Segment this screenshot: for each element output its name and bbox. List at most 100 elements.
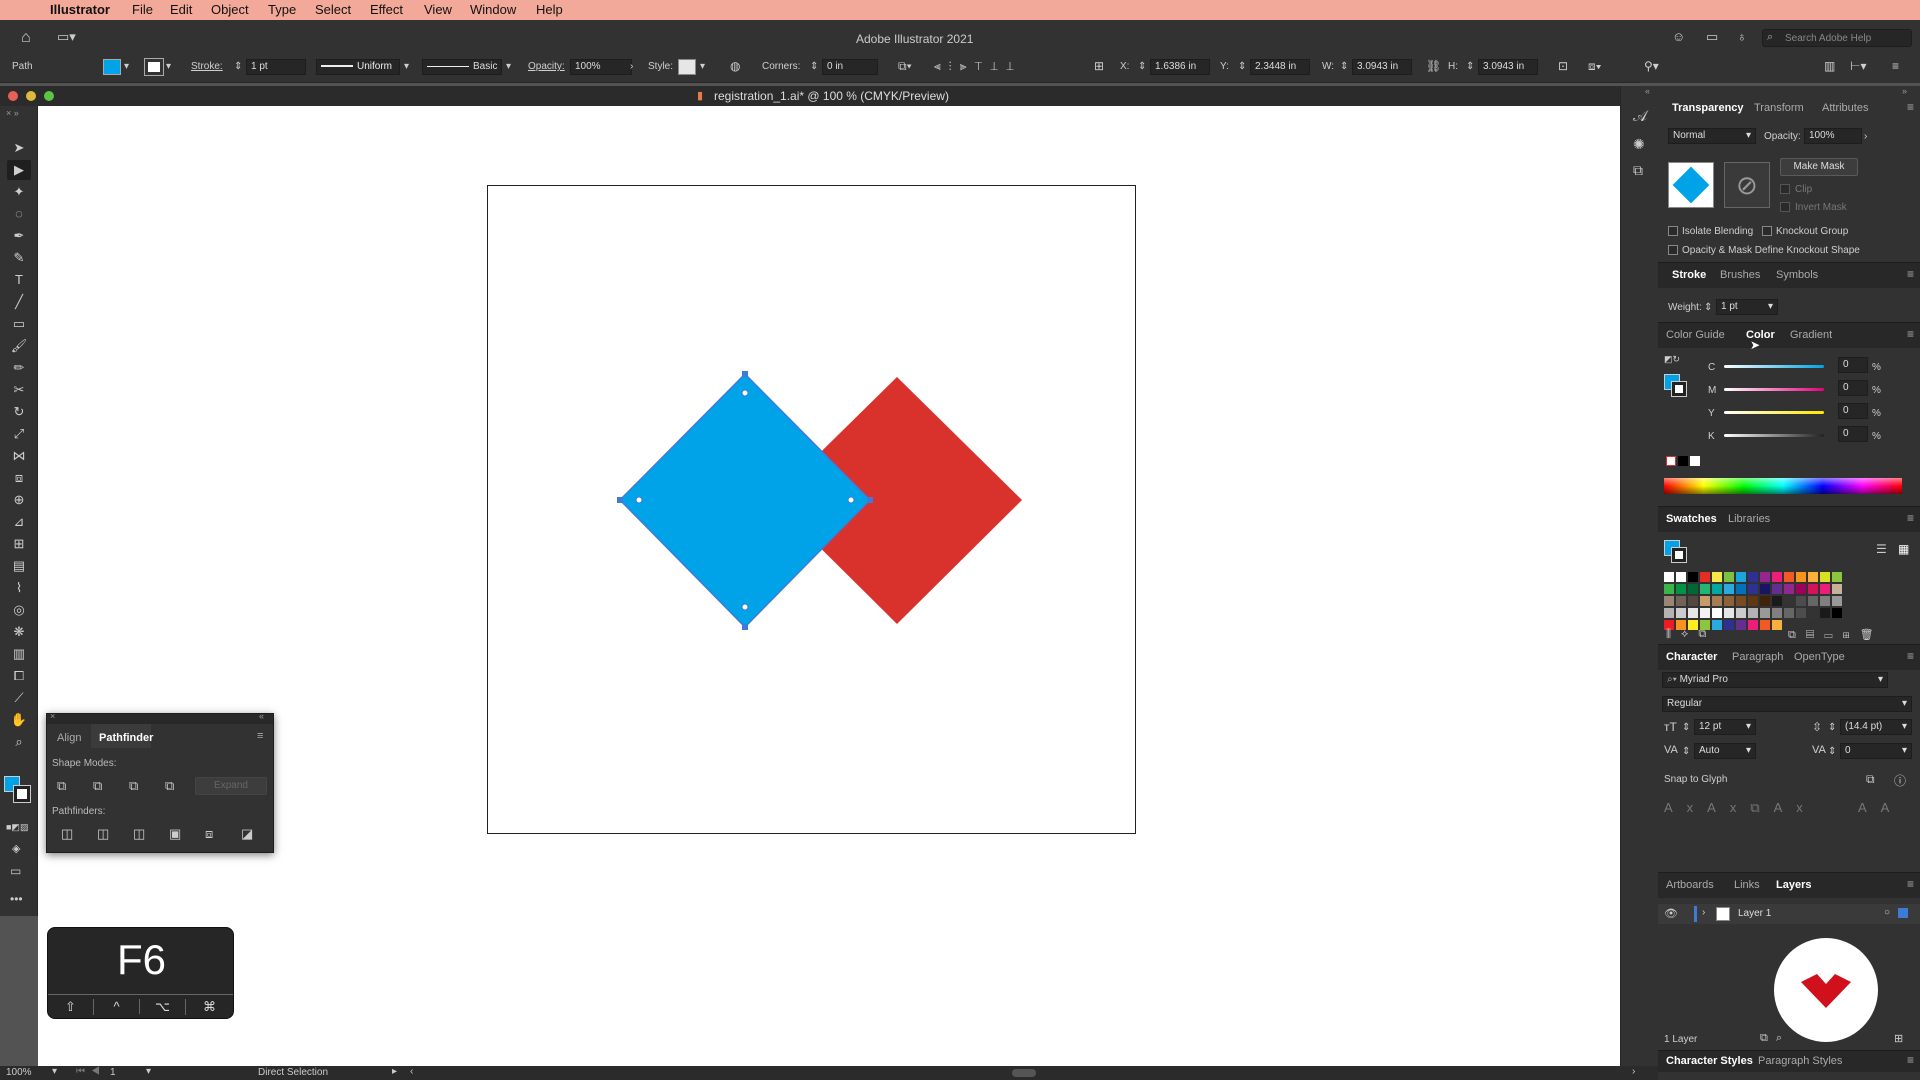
tab-character-styles[interactable]: Character Styles	[1666, 1055, 1753, 1067]
workspace-switcher-icon[interactable]: ▭▾	[57, 29, 76, 45]
scale-tool-icon[interactable]: ⤢	[7, 424, 31, 444]
menu-file[interactable]: File	[132, 2, 153, 17]
type-tool-icon[interactable]: T	[7, 270, 31, 290]
menu-type[interactable]: Type	[268, 2, 296, 17]
toolbar-collapse-icon[interactable]: × »	[6, 108, 19, 118]
crop-icon[interactable]: ▣	[169, 826, 181, 842]
font-family-select[interactable]: ⌕▾ Myriad Pro ▾	[1662, 672, 1888, 688]
color-swatch[interactable]	[1664, 584, 1674, 594]
perspective-grid-tool-icon[interactable]: ⊿	[7, 512, 31, 532]
mesh-tool-icon[interactable]: ⊞	[7, 534, 31, 554]
stroke-swatch[interactable]	[144, 58, 164, 76]
tab-layers[interactable]: Layers	[1776, 879, 1811, 891]
tab-paragraph[interactable]: Paragraph	[1732, 651, 1783, 663]
puppet-warp-icon[interactable]: ⚲▾	[1644, 59, 1659, 73]
grid-view-icon[interactable]: ▦	[1898, 542, 1909, 556]
color-swatch[interactable]	[1724, 608, 1734, 618]
dock-collapse-icon[interactable]: »	[1902, 86, 1907, 96]
draw-mode-icon[interactable]: ◈	[12, 842, 20, 855]
color-swatch[interactable]	[1784, 596, 1794, 606]
eyedropper-tool-icon[interactable]: ⌇	[7, 578, 31, 598]
rotate-tool-icon[interactable]: ↻	[7, 402, 31, 422]
color-swatch[interactable]	[1760, 584, 1770, 594]
tab-brushes[interactable]: Brushes	[1720, 269, 1760, 281]
stroke-label[interactable]: Stroke:	[191, 61, 223, 72]
color-swatch[interactable]	[1820, 572, 1830, 582]
x-stepper-icon[interactable]: ⇕	[1138, 61, 1146, 72]
color-swatch[interactable]	[1688, 572, 1698, 582]
color-swatch[interactable]	[1736, 572, 1746, 582]
color-swatch[interactable]	[1724, 620, 1734, 630]
opacity-arrow-icon[interactable]: ›	[1864, 131, 1867, 142]
tab-color-guide[interactable]: Color Guide	[1666, 329, 1725, 341]
color-swatch[interactable]	[1748, 584, 1758, 594]
control-menu-icon[interactable]: ≡	[1892, 59, 1899, 73]
anchor-point[interactable]	[617, 497, 623, 503]
corners-stepper-icon[interactable]: ⇕	[810, 61, 818, 72]
object-thumbnail[interactable]	[1668, 162, 1714, 208]
list-view-icon[interactable]: ☰	[1876, 542, 1887, 556]
color-swatch[interactable]	[1748, 572, 1758, 582]
anchor-point[interactable]	[742, 371, 748, 377]
color-swatch[interactable]	[1820, 596, 1830, 606]
strip-collapse-icon[interactable]: «	[1645, 86, 1650, 96]
stroke-stepper-icon[interactable]: ⇕	[234, 61, 242, 72]
zoom-dropdown-icon[interactable]: ▾	[52, 1066, 57, 1077]
edit-toolbar-icon[interactable]: •••	[10, 892, 23, 906]
color-swatch[interactable]	[1676, 572, 1686, 582]
font-size-stepper-icon[interactable]: ⇕	[1682, 722, 1690, 733]
magenta-slider[interactable]	[1724, 388, 1824, 391]
new-layer-icon[interactable]: ⊞	[1894, 1032, 1903, 1045]
color-swatch[interactable]	[1796, 572, 1806, 582]
color-swatch[interactable]	[1784, 572, 1794, 582]
color-swatch[interactable]	[1712, 584, 1722, 594]
toolbar-stroke-swatch[interactable]	[13, 785, 31, 803]
blue-diamond[interactable]	[618, 372, 872, 629]
line-tool-icon[interactable]: ╱	[7, 292, 31, 312]
minimize-window-icon[interactable]	[26, 91, 36, 101]
color-swatch[interactable]	[1760, 596, 1770, 606]
color-swatch[interactable]	[1688, 608, 1698, 618]
color-swatch[interactable]	[1664, 608, 1674, 618]
pen-tool-icon[interactable]: ✒	[7, 226, 31, 246]
opacity-field[interactable]: 100%	[1804, 128, 1862, 144]
color-swatch[interactable]	[1736, 584, 1746, 594]
tab-paragraph-styles[interactable]: Paragraph Styles	[1758, 1055, 1842, 1067]
color-swatch[interactable]	[1724, 584, 1734, 594]
collapse-panel-icon[interactable]: «	[259, 711, 264, 721]
black-color-swatch[interactable]	[1678, 456, 1688, 466]
panel-menu-icon[interactable]: ≡	[1907, 649, 1914, 663]
unite-icon[interactable]: ⧉	[57, 778, 66, 794]
color-swatch[interactable]	[1724, 596, 1734, 606]
knockout-group-checkbox[interactable]	[1762, 226, 1772, 236]
tracking-field[interactable]: 0 ▾	[1840, 743, 1912, 759]
tab-libraries[interactable]: Libraries	[1728, 513, 1770, 525]
panel-menu-icon[interactable]: ≡	[1907, 327, 1914, 341]
color-swatch[interactable]	[1748, 620, 1758, 630]
panel-menu-icon[interactable]: ≡	[1907, 100, 1914, 114]
color-swatch[interactable]	[1700, 584, 1710, 594]
color-swatch[interactable]	[1748, 596, 1758, 606]
artboard-number[interactable]: 1	[110, 1067, 116, 1078]
mask-thumbnail[interactable]: ⊘	[1724, 162, 1770, 208]
color-swatch[interactable]	[1736, 608, 1746, 618]
panel-menu-icon[interactable]: ≡	[1907, 877, 1914, 891]
snap-glyph-extra-icons[interactable]: AA	[1858, 800, 1903, 815]
color-swatch[interactable]	[1760, 620, 1770, 630]
color-swatch[interactable]	[1784, 584, 1794, 594]
color-swatch[interactable]	[1772, 572, 1782, 582]
curvature-tool-icon[interactable]: ✎	[7, 248, 31, 268]
w-stepper-icon[interactable]: ⇕	[1340, 61, 1348, 72]
isolate-icon[interactable]: ⧈▾	[1588, 59, 1602, 74]
color-swatch[interactable]	[1832, 608, 1842, 618]
color-swatch[interactable]	[1772, 620, 1782, 630]
font-size-field[interactable]: 12 pt ▾	[1694, 719, 1756, 735]
scissors-tool-icon[interactable]: ✂	[7, 380, 31, 400]
color-swatch[interactable]	[1832, 596, 1842, 606]
color-swatch[interactable]	[1820, 584, 1830, 594]
align-to-icon[interactable]: ⧉▾	[898, 59, 912, 74]
appearance-panel-icon[interactable]: ✺	[1633, 136, 1645, 153]
color-swatch[interactable]	[1712, 608, 1722, 618]
color-swatch[interactable]	[1688, 596, 1698, 606]
help-search-box[interactable]: ⌕ Search Adobe Help	[1762, 29, 1912, 47]
